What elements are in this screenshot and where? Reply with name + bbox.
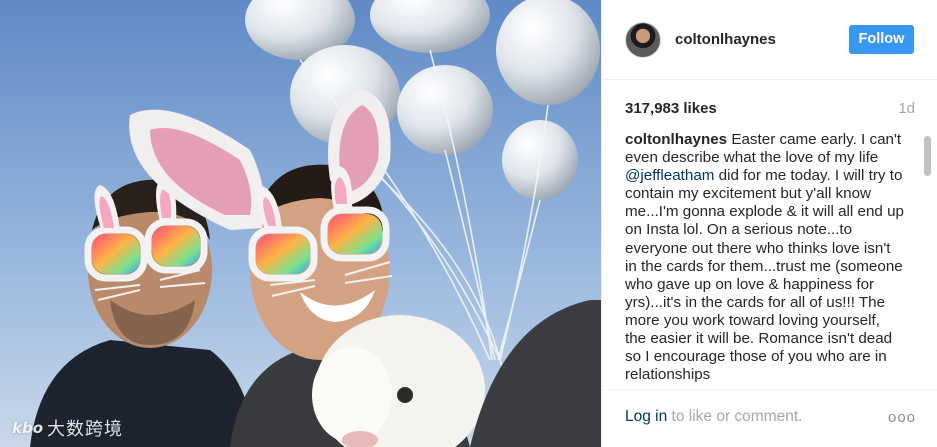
watermark-logo: kbo — [12, 419, 44, 437]
photo-illustration — [0, 0, 601, 447]
post-side-panel: coltonlhaynes Follow 317,983 likes 1d co… — [601, 0, 937, 447]
follow-button[interactable]: Follow — [849, 25, 914, 54]
likes-row: 317,983 likes 1d — [625, 97, 915, 119]
more-options-icon[interactable]: ooo — [888, 409, 916, 426]
header-divider — [602, 79, 937, 80]
caption-username[interactable]: coltonlhaynes — [625, 131, 727, 148]
login-prompt-suffix: to like or comment. — [671, 408, 803, 425]
login-prompt: Log in to like or comment. — [625, 408, 802, 426]
post-footer: Log in to like or comment. ooo — [602, 390, 937, 447]
caption: coltonlhaynes Easter came early. I can't… — [625, 131, 905, 384]
avatar[interactable] — [625, 21, 661, 58]
post-time[interactable]: 1d — [898, 100, 915, 117]
post-photo[interactable]: kbo 大数跨境 — [0, 0, 601, 447]
watermark-text: 大数跨境 — [47, 419, 124, 440]
login-link[interactable]: Log in — [625, 408, 667, 425]
likes-count[interactable]: 317,983 likes — [625, 100, 717, 117]
instagram-post: kbo 大数跨境 coltonlhaynes Follow 317,983 li… — [0, 0, 937, 447]
watermark: kbo 大数跨境 — [12, 415, 123, 441]
caption-text-2: did for me today. I will try to contain … — [625, 167, 904, 384]
username-link[interactable]: coltonlhaynes — [675, 31, 776, 48]
comments-section[interactable]: coltonlhaynes Easter came early. I can't… — [625, 131, 905, 384]
caption-mention[interactable]: @jeffleatham — [625, 167, 714, 184]
comments-scrollbar[interactable] — [924, 136, 931, 176]
